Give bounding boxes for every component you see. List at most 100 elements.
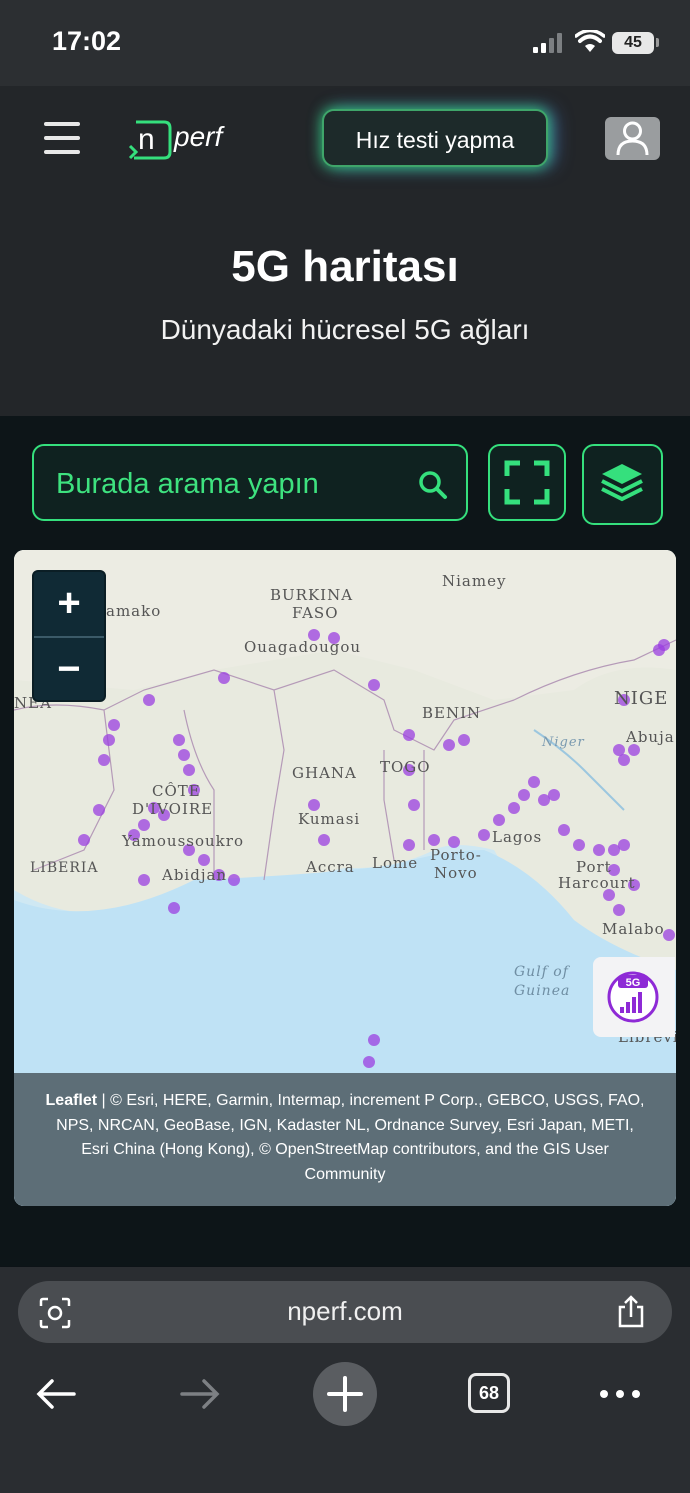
coverage-dot	[368, 679, 380, 691]
map-label-liberia: LIBERIA	[30, 860, 99, 876]
coverage-dot	[573, 839, 585, 851]
coverage-dot	[663, 929, 675, 941]
coverage-dot	[93, 804, 105, 816]
coverage-dot	[403, 839, 415, 851]
battery-tip	[656, 38, 659, 47]
coverage-dot	[138, 819, 150, 831]
coverage-dot	[528, 776, 540, 788]
leaflet-link[interactable]: Leaflet	[46, 1092, 98, 1109]
map-label-novo: Novo	[434, 864, 478, 882]
coverage-dot	[368, 1034, 380, 1046]
map-label-faso: FASO	[292, 604, 339, 622]
map-label-malabo: Malabo	[602, 920, 665, 938]
map-label-niger-river: Niger	[541, 735, 585, 750]
coverage-dot	[458, 734, 470, 746]
coverage-dot	[658, 639, 670, 651]
coverage-dot	[618, 754, 630, 766]
map-label-bamako: amako	[106, 602, 161, 620]
coverage-dot	[443, 739, 455, 751]
coverage-dot	[173, 734, 185, 746]
layers-button[interactable]	[582, 444, 663, 525]
battery-icon: 45	[612, 32, 654, 54]
5g-badge-label: 5G	[626, 977, 641, 989]
coverage-dot	[593, 844, 605, 856]
page-title: 5G haritası	[231, 242, 459, 291]
map-label-yamoussoukro: Yamoussoukro	[121, 832, 244, 850]
logo-perf: perf	[173, 121, 225, 152]
map-label-togo: TOGO	[380, 758, 431, 776]
search-box[interactable]: Burada arama yapın	[32, 444, 468, 521]
map-label-lome: Lome	[372, 854, 418, 872]
search-icon[interactable]	[418, 470, 448, 500]
page-subtitle: Dünyadaki hücresel 5G ağları	[160, 314, 530, 345]
map-label-ouagadougou: Ouagadougou	[244, 638, 361, 656]
map-label-accra: Accra	[305, 858, 355, 876]
map-label-niamey: Niamey	[442, 572, 506, 590]
logo-n: n	[138, 123, 155, 156]
coverage-dot	[478, 829, 490, 841]
status-bar: 17:02 45	[0, 0, 690, 86]
coverage-dot	[493, 814, 505, 826]
coverage-dot	[178, 749, 190, 761]
user-icon	[616, 121, 649, 156]
coverage-dot	[143, 694, 155, 706]
coverage-dot	[428, 834, 440, 846]
coverage-dot	[363, 1056, 375, 1068]
zoom-in-button[interactable]: +	[34, 572, 104, 638]
user-account-button[interactable]	[605, 117, 660, 160]
map-label-benin: BENIN	[422, 704, 481, 722]
map-label-abuja: Abuja	[625, 728, 675, 746]
coverage-dot	[318, 834, 330, 846]
coverage-dot	[548, 789, 560, 801]
coverage-dot	[138, 874, 150, 886]
coverage-dot	[98, 754, 110, 766]
plus-icon	[327, 1376, 363, 1412]
map-label-porto: Porto-	[430, 846, 482, 864]
address-bar[interactable]: nperf.com	[18, 1281, 672, 1343]
map-label-abidjan: Abidjan	[161, 866, 227, 884]
coverage-dot	[618, 839, 630, 851]
menu-icon[interactable]	[44, 122, 80, 156]
share-icon[interactable]	[616, 1295, 646, 1329]
coverage-dot	[183, 764, 195, 776]
coverage-dot	[228, 874, 240, 886]
coverage-dot	[558, 824, 570, 836]
forward-icon[interactable]	[178, 1363, 222, 1425]
map-label-divoire: D'IVOIRE	[132, 800, 213, 818]
coverage-dot	[198, 854, 210, 866]
map-label-gulf-of: Gulf of	[514, 964, 571, 980]
tabs-button[interactable]: 68	[468, 1373, 510, 1413]
attribution-text: | © Esri, HERE, Garmin, Intermap, increm…	[56, 1092, 645, 1183]
speed-test-button[interactable]: Hız testi yapma	[322, 109, 548, 167]
new-tab-button[interactable]	[313, 1362, 377, 1426]
cellular-signal-icon	[533, 33, 562, 53]
coverage-dot	[78, 834, 90, 846]
map-attribution: Leaflet | © Esri, HERE, Garmin, Intermap…	[14, 1073, 676, 1206]
map-label-kumasi: Kumasi	[298, 810, 360, 828]
map-label-burkina: BURKINA	[270, 586, 353, 604]
back-icon[interactable]	[34, 1363, 78, 1425]
fullscreen-button[interactable]	[488, 444, 566, 521]
map-label-cote: CÔTE	[152, 782, 201, 800]
5g-legend-badge[interactable]: 5G	[593, 957, 675, 1037]
nperf-logo[interactable]: n perf	[124, 116, 254, 162]
coverage-dot	[408, 799, 420, 811]
coverage-dot	[403, 729, 415, 741]
map-label-lagos: Lagos	[492, 828, 542, 846]
coverage-dot	[168, 902, 180, 914]
map-label-harcourt: Harcourt	[558, 874, 636, 892]
5g-signal-icon: 5G	[607, 971, 659, 1023]
wifi-icon	[575, 30, 605, 52]
coverage-dot	[518, 789, 530, 801]
search-input[interactable]: Burada arama yapın	[56, 468, 319, 501]
status-time: 17:02	[52, 26, 122, 56]
fullscreen-icon	[504, 460, 550, 505]
zoom-control: + −	[32, 570, 106, 702]
coverage-dot	[613, 904, 625, 916]
coverage-dot	[103, 734, 115, 746]
coverage-dot	[108, 719, 120, 731]
url-text[interactable]: nperf.com	[18, 1296, 672, 1327]
map-label-ghana: GHANA	[292, 764, 357, 782]
more-icon[interactable]	[598, 1363, 642, 1425]
zoom-out-button[interactable]: −	[34, 638, 104, 702]
